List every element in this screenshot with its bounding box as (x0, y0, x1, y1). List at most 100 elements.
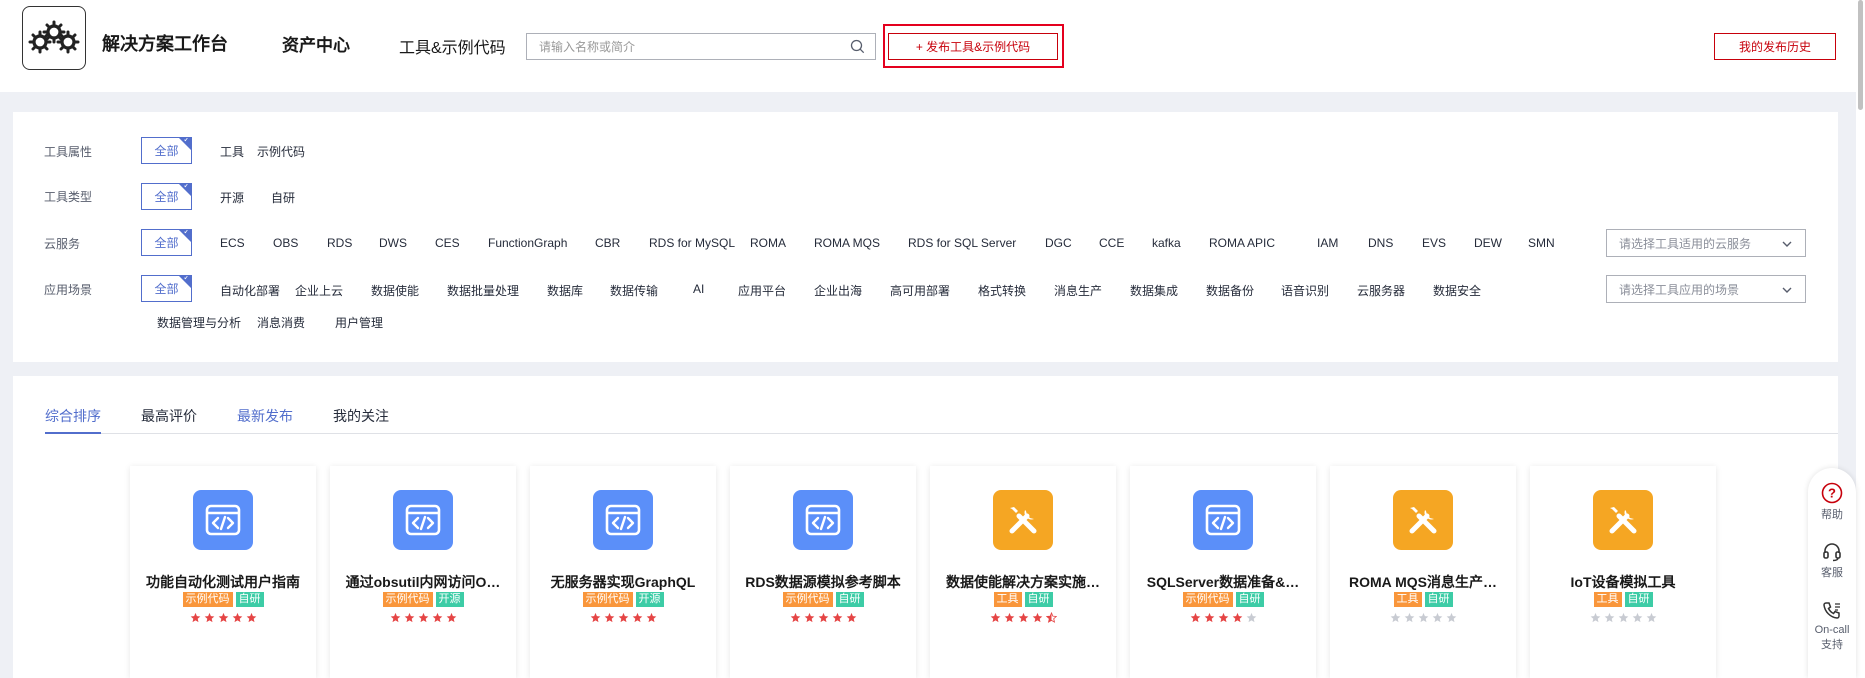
filter-option[interactable]: IAM (1317, 236, 1338, 250)
filter-option[interactable]: 语音识别 (1281, 282, 1329, 299)
brand-title[interactable]: 解决方案工作台 (102, 30, 228, 56)
filter-scenario-all-chip[interactable]: 全部 ✓ (141, 275, 192, 302)
scenario-select[interactable]: 请选择工具应用的场景 (1606, 275, 1806, 303)
filter-option[interactable]: 消息生产 (1054, 282, 1102, 299)
card-title[interactable]: 数据使能解决方案实施… (936, 572, 1110, 592)
publish-history-button[interactable]: 我的发布历史 (1714, 33, 1836, 60)
filter-option[interactable]: OBS (273, 236, 298, 250)
search-input[interactable] (527, 34, 837, 59)
filter-option[interactable]: 数据安全 (1433, 282, 1481, 299)
filter-label-scenario: 应用场景 (44, 283, 93, 297)
filter-option[interactable]: EVS (1422, 236, 1446, 250)
search-icon[interactable] (850, 39, 865, 59)
card-title[interactable]: 无服务器实现GraphQL (536, 572, 710, 592)
filter-option[interactable]: 应用平台 (738, 282, 786, 299)
filter-option[interactable]: 高可用部署 (890, 282, 950, 299)
card-tag: 示例代码 (382, 592, 433, 607)
filter-option[interactable]: CES (435, 236, 460, 250)
nav-asset-center[interactable]: 资产中心 (282, 31, 350, 56)
tool-card[interactable]: 功能自动化测试用户指南 示例代码 自研 (130, 466, 316, 678)
star-icon (832, 612, 842, 623)
filter-option[interactable]: ROMA (750, 236, 786, 250)
tool-card[interactable]: IoT设备模拟工具 工具 自研 (1530, 466, 1716, 678)
filter-option[interactable]: 自动化部署 (220, 282, 280, 299)
nav-tools-and-samples[interactable]: 工具&示例代码 (399, 34, 506, 58)
filter-option[interactable]: SMN (1528, 236, 1555, 250)
filter-option[interactable]: 数据备份 (1206, 282, 1254, 299)
card-rating (1530, 610, 1716, 628)
star-icon (1590, 610, 1601, 628)
tab-my-follows[interactable]: 我的关注 (333, 406, 389, 434)
card-title[interactable]: IoT设备模拟工具 (1536, 572, 1710, 592)
filter-option[interactable]: 自研 (271, 189, 295, 206)
filter-option[interactable]: 用户管理 (335, 314, 383, 331)
customer-service-button[interactable]: 客服 (1808, 540, 1856, 580)
workbench-logo-icon[interactable] (22, 6, 86, 70)
filter-option[interactable]: 数据管理与分析 (157, 314, 241, 331)
help-label: 帮助 (1821, 509, 1843, 521)
filter-option[interactable]: 云服务器 (1357, 282, 1405, 299)
filter-option[interactable]: 格式转换 (978, 282, 1026, 299)
card-title[interactable]: RDS数据源模拟参考脚本 (736, 572, 910, 592)
tool-card[interactable]: 数据使能解决方案实施… 工具 自研 (930, 466, 1116, 678)
publish-tool-button[interactable]: + 发布工具&示例代码 (888, 33, 1058, 60)
filter-option[interactable]: 数据使能 (371, 282, 419, 299)
help-button[interactable]: ? 帮助 (1808, 482, 1856, 522)
filter-option[interactable]: 企业上云 (295, 282, 343, 299)
tab-latest[interactable]: 最新发布 (237, 406, 293, 434)
filter-option[interactable]: ROMA MQS (814, 236, 880, 250)
card-title[interactable]: ROMA MQS消息生产… (1336, 572, 1510, 592)
card-title[interactable]: 通过obsutil内网访问O… (336, 572, 510, 592)
filter-option[interactable]: ECS (220, 236, 245, 250)
filter-option[interactable]: 数据集成 (1130, 282, 1178, 299)
filter-label-cloud-service: 云服务 (44, 237, 81, 251)
filter-option[interactable]: CBR (595, 236, 620, 250)
sort-tabs: 综合排序 最高评价 最新发布 我的关注 (45, 406, 1838, 434)
filter-option[interactable]: 数据批量处理 (447, 282, 519, 299)
cloud-service-select[interactable]: 请选择工具适用的云服务 (1606, 229, 1806, 257)
filter-type-all-chip[interactable]: 全部 ✓ (141, 183, 192, 210)
card-title[interactable]: 功能自动化测试用户指南 (136, 572, 310, 592)
filter-option[interactable]: DGC (1045, 236, 1072, 250)
code-icon (593, 490, 653, 550)
filter-option[interactable]: RDS for SQL Server (908, 236, 1016, 250)
card-tag: 自研 (1235, 592, 1264, 607)
tool-card[interactable]: 通过obsutil内网访问O… 示例代码 开源 (330, 466, 516, 678)
filter-cloud-all-chip[interactable]: 全部 ✓ (141, 229, 192, 256)
star-icon (1246, 610, 1257, 628)
oncall-support-button[interactable]: On-call 支持 (1808, 600, 1856, 652)
scrollbar-thumb[interactable] (1858, 0, 1863, 110)
tab-top-rated[interactable]: 最高评价 (141, 406, 197, 434)
tab-comprehensive[interactable]: 综合排序 (45, 406, 101, 434)
filter-option[interactable]: CCE (1099, 236, 1124, 250)
filter-option[interactable]: kafka (1152, 236, 1181, 250)
filter-option[interactable]: AI (693, 282, 704, 296)
side-help-bar: ? 帮助 客服 On-call 支持 (1808, 468, 1856, 678)
tool-card[interactable]: 无服务器实现GraphQL 示例代码 开源 (530, 466, 716, 678)
filter-option[interactable]: FunctionGraph (488, 236, 567, 250)
filter-option[interactable]: DWS (379, 236, 407, 250)
filter-option[interactable]: DNS (1368, 236, 1393, 250)
card-tags: 示例代码 自研 (1130, 592, 1316, 607)
filter-option[interactable]: RDS (327, 236, 352, 250)
filter-option[interactable]: RDS for MySQL (649, 236, 735, 250)
filter-option[interactable]: 数据传输 (610, 282, 658, 299)
filter-option[interactable]: DEW (1474, 236, 1502, 250)
tool-card[interactable]: SQLServer数据准备&… 示例代码 自研 (1130, 466, 1316, 678)
filter-option[interactable]: 数据库 (547, 282, 583, 299)
filter-attribute-all-chip[interactable]: 全部 ✓ (141, 137, 192, 164)
star-icon (390, 612, 400, 623)
star-icon (1604, 612, 1614, 623)
tool-card[interactable]: RDS数据源模拟参考脚本 示例代码 自研 (730, 466, 916, 678)
card-title[interactable]: SQLServer数据准备&… (1136, 572, 1310, 592)
filter-option[interactable]: 消息消费 (257, 314, 305, 331)
star-icon (1190, 612, 1200, 623)
filter-option[interactable]: 企业出海 (814, 282, 862, 299)
filter-option[interactable]: 开源 (220, 189, 244, 206)
filter-option[interactable]: 示例代码 (257, 143, 305, 160)
filter-option[interactable]: ROMA APIC (1209, 236, 1275, 250)
filter-option[interactable]: 工具 (220, 143, 244, 160)
card-tags: 工具 自研 (1530, 592, 1716, 607)
tool-card[interactable]: ROMA MQS消息生产… 工具 自研 (1330, 466, 1516, 678)
star-icon (1204, 610, 1215, 628)
